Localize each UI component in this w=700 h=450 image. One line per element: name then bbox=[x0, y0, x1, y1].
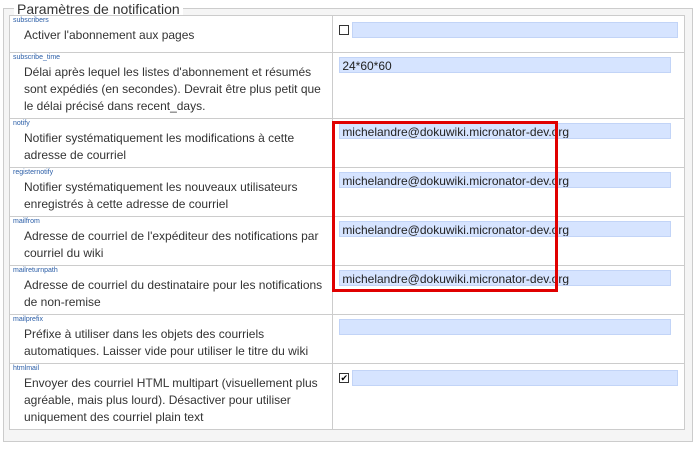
setting-label: Délai après lequel les listes d'abonneme… bbox=[24, 65, 321, 113]
settings-table: subscribers Activer l'abonnement aux pag… bbox=[8, 15, 685, 430]
setting-key: mailfrom bbox=[13, 218, 40, 225]
subscribers-checkbox[interactable] bbox=[339, 25, 350, 35]
setting-label: Activer l'abonnement aux pages bbox=[24, 28, 195, 42]
setting-label: Préfixe à utiliser dans les objets des c… bbox=[24, 327, 309, 358]
setting-row-mailfrom: mailfrom Adresse de courriel de l'expédi… bbox=[8, 216, 685, 266]
htmlmail-input-bar bbox=[352, 370, 678, 386]
setting-row-mailprefix: mailprefix Préfixe à utiliser dans les o… bbox=[8, 314, 685, 364]
setting-row-subscribers: subscribers Activer l'abonnement aux pag… bbox=[8, 15, 685, 53]
setting-row-htmlmail: htmlmail Envoyer des courriel HTML multi… bbox=[8, 363, 685, 430]
setting-key: mailprefix bbox=[13, 316, 43, 323]
mailprefix-input[interactable] bbox=[339, 319, 671, 335]
setting-key: notify bbox=[13, 120, 30, 127]
notify-input[interactable]: michelandre@dokuwiki.micronator-dev.org bbox=[339, 123, 671, 139]
setting-key: htmlmail bbox=[13, 365, 40, 372]
setting-row-notify: notify Notifier systématiquement les mod… bbox=[8, 118, 685, 168]
mailfrom-input[interactable]: michelandre@dokuwiki.micronator-dev.org bbox=[339, 221, 671, 237]
htmlmail-checkbox[interactable]: ✔ bbox=[339, 373, 350, 383]
mailreturnpath-input[interactable]: michelandre@dokuwiki.micronator-dev.org bbox=[339, 270, 671, 286]
setting-label: Notifier systématiquement les modificati… bbox=[24, 131, 295, 162]
setting-row-subscribe-time: subscribe_time Délai après lequel les li… bbox=[8, 52, 685, 119]
setting-key: subscribe_time bbox=[13, 54, 61, 61]
setting-label: Envoyer des courriel HTML multipart (vis… bbox=[24, 376, 318, 424]
setting-key: subscribers bbox=[13, 17, 49, 24]
setting-label: Adresse de courriel du destinataire pour… bbox=[24, 278, 323, 309]
setting-row-registernotify: registernotify Notifier systématiquement… bbox=[8, 167, 685, 217]
subscribe-time-input[interactable]: 24*60*60 bbox=[339, 57, 671, 73]
setting-key: registernotify bbox=[13, 169, 54, 176]
setting-label: Adresse de courriel de l'expéditeur des … bbox=[24, 229, 319, 260]
setting-key: mailreturnpath bbox=[13, 267, 58, 274]
setting-row-mailreturnpath: mailreturnpath Adresse de courriel du de… bbox=[8, 265, 685, 315]
subscribers-input-bar bbox=[352, 22, 678, 38]
setting-label: Notifier systématiquement les nouveaux u… bbox=[24, 180, 298, 211]
registernotify-input[interactable]: michelandre@dokuwiki.micronator-dev.org bbox=[339, 172, 671, 188]
